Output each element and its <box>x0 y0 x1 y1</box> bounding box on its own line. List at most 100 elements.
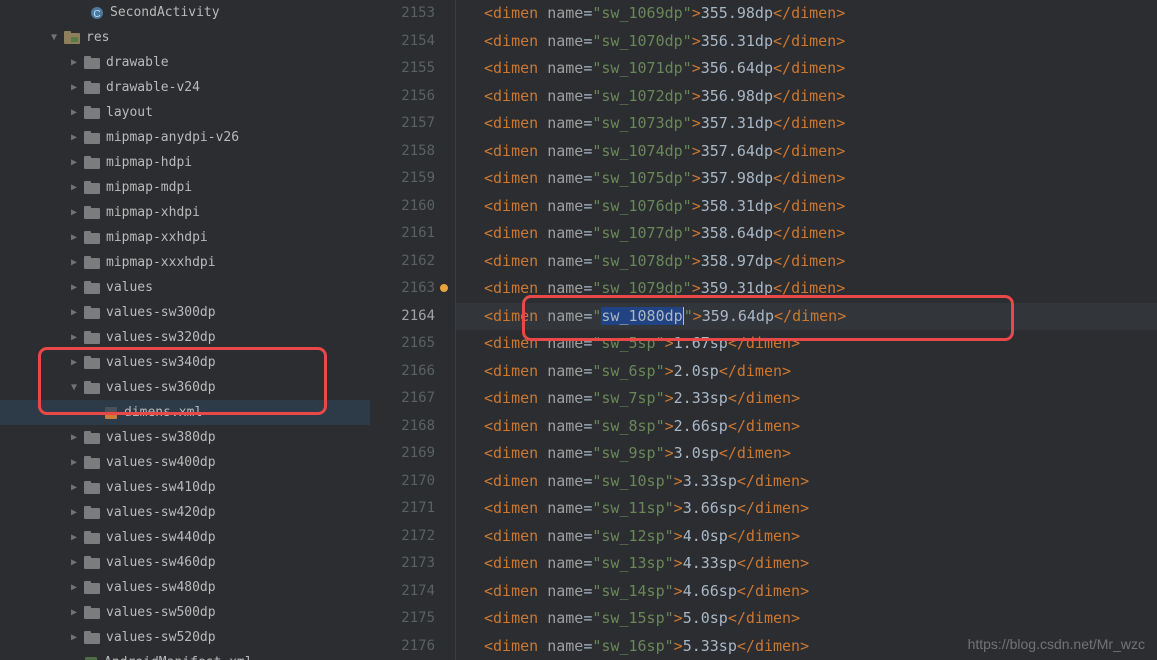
project-tree-sidebar[interactable]: C SecondActivity ▼ res ▶drawable▶drawabl… <box>0 0 370 660</box>
code-line[interactable]: <dimen name="sw_8sp">2.66sp</dimen> <box>456 413 1157 441</box>
code-line[interactable]: <dimen name="sw_10sp">3.33sp</dimen> <box>456 468 1157 496</box>
line-number[interactable]: 2169 <box>370 440 435 468</box>
tree-item-folder[interactable]: ▶values-sw420dp <box>0 500 370 525</box>
line-number[interactable]: 2156 <box>370 83 435 111</box>
expand-arrow-icon[interactable]: ▶ <box>68 482 80 493</box>
line-number[interactable]: 2167 <box>370 385 435 413</box>
line-number[interactable]: 2163 <box>370 275 435 303</box>
line-number-gutter[interactable]: 2153215421552156215721582159216021612162… <box>370 0 456 660</box>
code-content-area[interactable]: <dimen name="sw_1069dp">355.98dp</dimen>… <box>456 0 1157 660</box>
expand-arrow-icon[interactable]: ▶ <box>68 432 80 443</box>
expand-arrow-icon[interactable]: ▶ <box>68 507 80 518</box>
line-number[interactable]: 2164 <box>370 303 435 331</box>
line-number[interactable]: 2154 <box>370 28 435 56</box>
code-line[interactable]: <dimen name="sw_6sp">2.0sp</dimen> <box>456 358 1157 386</box>
code-line[interactable]: <dimen name="sw_1071dp">356.64dp</dimen> <box>456 55 1157 83</box>
expand-arrow-icon[interactable]: ▶ <box>68 557 80 568</box>
expand-arrow-icon[interactable]: ▶ <box>68 107 80 118</box>
line-number[interactable]: 2173 <box>370 550 435 578</box>
folder-icon <box>84 456 100 469</box>
code-line[interactable]: <dimen name="sw_14sp">4.66sp</dimen> <box>456 578 1157 606</box>
tree-item-folder[interactable]: ▶ drawable-v24 <box>0 75 370 100</box>
tree-item-folder[interactable]: ▶values-sw440dp <box>0 525 370 550</box>
expand-arrow-icon[interactable]: ▶ <box>68 282 80 293</box>
expand-arrow-icon[interactable]: ▶ <box>68 232 80 243</box>
tree-item-folder[interactable]: ▶values-sw410dp <box>0 475 370 500</box>
code-line[interactable]: <dimen name="sw_1070dp">356.31dp</dimen> <box>456 28 1157 56</box>
line-number[interactable]: 2168 <box>370 413 435 441</box>
code-line[interactable]: <dimen name="sw_13sp">4.33sp</dimen> <box>456 550 1157 578</box>
line-number[interactable]: 2166 <box>370 358 435 386</box>
tree-label: values-sw460dp <box>106 555 216 570</box>
code-line[interactable]: <dimen name="sw_15sp">5.0sp</dimen> <box>456 605 1157 633</box>
line-number[interactable]: 2158 <box>370 138 435 166</box>
code-line[interactable]: <dimen name="sw_1076dp">358.31dp</dimen> <box>456 193 1157 221</box>
line-number[interactable]: 2165 <box>370 330 435 358</box>
expand-arrow-icon[interactable]: ▶ <box>68 82 80 93</box>
line-number[interactable]: 2171 <box>370 495 435 523</box>
code-line[interactable]: <dimen name="sw_11sp">3.66sp</dimen> <box>456 495 1157 523</box>
tree-item-folder[interactable]: ▶drawable <box>0 50 370 75</box>
line-number[interactable]: 2159 <box>370 165 435 193</box>
line-number[interactable]: 2153 <box>370 0 435 28</box>
tree-item-secondactivity[interactable]: C SecondActivity <box>0 0 370 25</box>
tree-item-folder[interactable]: ▶values-sw300dp <box>0 300 370 325</box>
expand-arrow-icon[interactable]: ▶ <box>68 132 80 143</box>
tree-item-folder[interactable]: ▶ values-sw480dp <box>0 575 370 600</box>
line-number[interactable]: 2157 <box>370 110 435 138</box>
expand-arrow-icon[interactable]: ▶ <box>68 332 80 343</box>
class-icon: C <box>90 6 104 20</box>
expand-arrow-icon[interactable]: ▶ <box>68 157 80 168</box>
breakpoint-marker-icon[interactable] <box>440 284 448 292</box>
tree-item-folder[interactable]: ▶values-sw400dp <box>0 450 370 475</box>
tree-label: drawable-v24 <box>106 80 200 95</box>
line-number[interactable]: 2162 <box>370 248 435 276</box>
code-line[interactable]: <dimen name="sw_12sp">4.0sp</dimen> <box>456 523 1157 551</box>
line-number[interactable]: 2170 <box>370 468 435 496</box>
tree-item-folder[interactable]: ▶layout <box>0 100 370 125</box>
expand-arrow-icon[interactable]: ▶ <box>68 57 80 68</box>
code-line[interactable]: <dimen name="sw_7sp">2.33sp</dimen> <box>456 385 1157 413</box>
code-line[interactable]: <dimen name="sw_1074dp">357.64dp</dimen> <box>456 138 1157 166</box>
line-number[interactable]: 2161 <box>370 220 435 248</box>
tree-item-folder[interactable]: ▶ mipmap-xxxhdpi <box>0 250 370 275</box>
tree-item-folder[interactable]: ▶values-sw520dp <box>0 625 370 650</box>
line-number[interactable]: 2155 <box>370 55 435 83</box>
tree-item-folder[interactable]: ▶mipmap-hdpi <box>0 150 370 175</box>
tree-item-folder[interactable]: ▶mipmap-anydpi-v26 <box>0 125 370 150</box>
tree-item-manifest[interactable]: ▶ MF AndroidManifest.xml <box>0 650 370 660</box>
expand-arrow-icon[interactable]: ▶ <box>68 582 80 593</box>
tree-label: values-sw480dp <box>106 580 216 595</box>
tree-item-folder[interactable]: ▶mipmap-mdpi <box>0 175 370 200</box>
tree-item-folder[interactable]: ▶values-sw380dp <box>0 425 370 450</box>
line-number[interactable]: 2175 <box>370 605 435 633</box>
code-line[interactable]: <dimen name="sw_1073dp">357.31dp</dimen> <box>456 110 1157 138</box>
tree-item-folder[interactable]: ▶mipmap-xxhdpi <box>0 225 370 250</box>
expand-arrow-icon[interactable]: ▶ <box>68 307 80 318</box>
code-line[interactable]: <dimen name="sw_1075dp">357.98dp</dimen> <box>456 165 1157 193</box>
expand-arrow-icon[interactable]: ▶ <box>68 257 80 268</box>
expand-arrow-icon[interactable]: ▶ <box>68 607 80 618</box>
expand-arrow-icon[interactable]: ▼ <box>48 32 60 43</box>
expand-arrow-icon[interactable]: ▶ <box>68 207 80 218</box>
line-number[interactable]: 2172 <box>370 523 435 551</box>
code-line[interactable]: <dimen name="sw_9sp">3.0sp</dimen> <box>456 440 1157 468</box>
code-editor[interactable]: 2153215421552156215721582159216021612162… <box>370 0 1157 660</box>
expand-arrow-icon[interactable]: ▶ <box>68 457 80 468</box>
expand-arrow-icon[interactable]: ▶ <box>68 182 80 193</box>
tree-label: mipmap-xxxhdpi <box>106 255 216 270</box>
line-number[interactable]: 2176 <box>370 633 435 660</box>
code-line[interactable]: <dimen name="sw_1077dp">358.64dp</dimen> <box>456 220 1157 248</box>
line-number[interactable]: 2160 <box>370 193 435 221</box>
tree-item-folder[interactable]: ▶ values-sw460dp <box>0 550 370 575</box>
tree-item-folder[interactable]: ▶mipmap-xhdpi <box>0 200 370 225</box>
tree-item-folder[interactable]: ▶values <box>0 275 370 300</box>
code-line[interactable]: <dimen name="sw_1078dp">358.97dp</dimen> <box>456 248 1157 276</box>
line-number[interactable]: 2174 <box>370 578 435 606</box>
expand-arrow-icon[interactable]: ▶ <box>68 532 80 543</box>
tree-item-folder[interactable]: ▶values-sw500dp <box>0 600 370 625</box>
code-line[interactable]: <dimen name="sw_1072dp">356.98dp</dimen> <box>456 83 1157 111</box>
expand-arrow-icon[interactable]: ▶ <box>68 632 80 643</box>
tree-item-res[interactable]: ▼ res <box>0 25 370 50</box>
code-line[interactable]: <dimen name="sw_1069dp">355.98dp</dimen> <box>456 0 1157 28</box>
